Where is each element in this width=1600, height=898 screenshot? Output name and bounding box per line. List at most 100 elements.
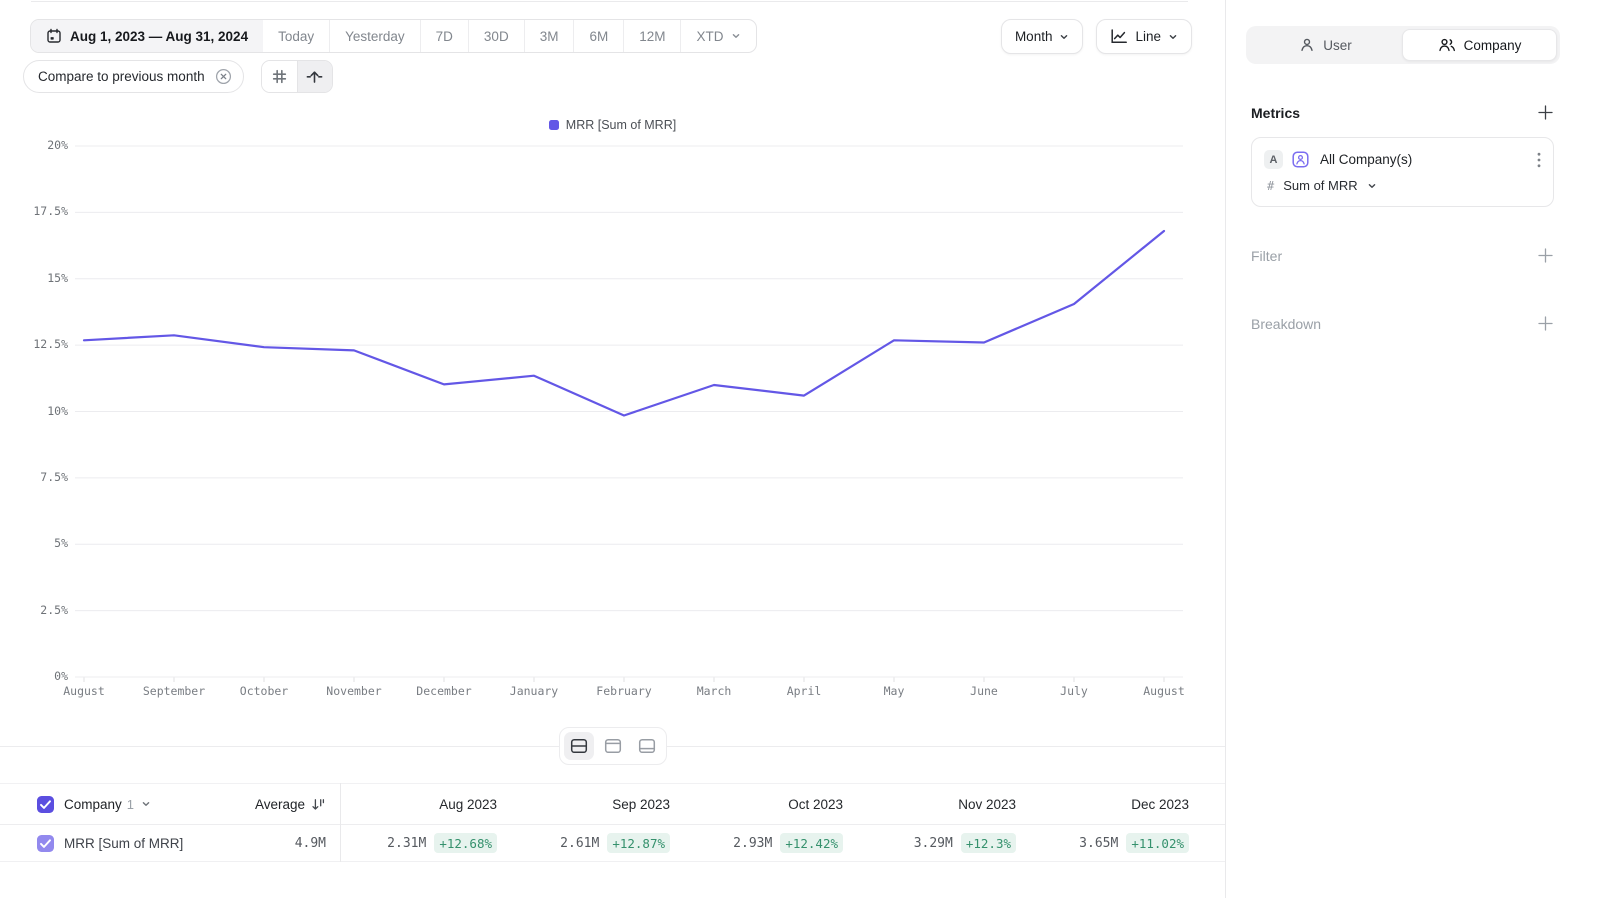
row-checkbox[interactable]: [37, 835, 54, 852]
tab-company[interactable]: Company: [1402, 29, 1557, 61]
calendar-icon: [46, 28, 62, 44]
metric-menu-icon[interactable]: [1537, 152, 1541, 168]
x-axis-tick: January: [487, 684, 581, 698]
preset-3m[interactable]: 3M: [524, 20, 574, 52]
aggregation-label: Sum of MRR: [1283, 178, 1357, 193]
x-axis-tick: December: [397, 684, 491, 698]
preset-7d[interactable]: 7D: [420, 20, 468, 52]
cell-value: 2.61M: [560, 836, 599, 851]
growth-toggle-button[interactable]: [297, 61, 332, 92]
table-row: MRR [Sum of MRR] 4.9M 2.31M+12.68%2.61M+…: [0, 825, 1225, 862]
delta-badge: +12.42%: [780, 833, 843, 853]
x-axis-tick: October: [217, 684, 311, 698]
user-icon: [1299, 37, 1315, 53]
company-avatar-icon: [1291, 150, 1310, 169]
delta-badge: +12.3%: [961, 833, 1016, 853]
number-type-icon: #: [1267, 179, 1274, 193]
cell-value: 3.29M: [914, 836, 953, 851]
granularity-label: Month: [1015, 29, 1053, 44]
chart-canvas: [0, 140, 1225, 730]
add-metric-icon[interactable]: [1537, 104, 1554, 121]
average-column-header[interactable]: Average: [255, 797, 326, 812]
metric-card[interactable]: A All Company(s) # Sum of MRR: [1251, 137, 1554, 207]
table-only-button[interactable]: [632, 732, 662, 760]
date-range-label: Aug 1, 2023 — Aug 31, 2024: [70, 29, 248, 44]
remove-compare-icon[interactable]: [215, 68, 232, 85]
preset-xtd[interactable]: XTD: [680, 20, 756, 52]
chart-type-dropdown[interactable]: Line: [1096, 19, 1192, 54]
average-value: 4.9M: [295, 836, 326, 851]
tab-user[interactable]: User: [1249, 29, 1402, 61]
month-column-header[interactable]: Oct 2023: [686, 797, 859, 812]
preset-30d[interactable]: 30D: [468, 20, 524, 52]
split-view-button[interactable]: [564, 732, 594, 760]
grid-icon: [271, 68, 288, 85]
y-axis-tick: 20%: [0, 138, 68, 152]
y-axis-tick: 10%: [0, 404, 68, 418]
preset-6m[interactable]: 6M: [573, 20, 623, 52]
preset-xtd-label: XTD: [696, 29, 723, 44]
delta-badge: +12.68%: [434, 833, 497, 853]
grid-toggle-button[interactable]: [262, 61, 297, 92]
x-axis-tick: July: [1027, 684, 1121, 698]
legend-swatch: [549, 120, 559, 130]
metric-aggregation-row[interactable]: # Sum of MRR: [1264, 178, 1541, 193]
add-breakdown-icon[interactable]: [1537, 315, 1554, 332]
group-by-label[interactable]: Company: [64, 797, 122, 812]
metric-index-badge: A: [1264, 150, 1283, 169]
add-filter-icon[interactable]: [1537, 247, 1554, 264]
breakdown-section-header: Breakdown: [1251, 315, 1554, 332]
delta-badge: +11.02%: [1126, 833, 1189, 853]
preset-buttons: TodayYesterday7D30D3M6M12M: [263, 20, 680, 52]
group-count: 1: [127, 797, 134, 812]
month-column-header[interactable]: Sep 2023: [513, 797, 686, 812]
line-chart-icon: [1110, 29, 1128, 44]
x-axis-tick: February: [577, 684, 671, 698]
legend-label: MRR [Sum of MRR]: [566, 118, 676, 132]
preset-yesterday[interactable]: Yesterday: [329, 20, 420, 52]
chevron-down-icon[interactable]: [141, 799, 151, 809]
x-axis-tick: May: [847, 684, 941, 698]
y-axis-tick: 15%: [0, 271, 68, 285]
company-users-icon: [1438, 37, 1456, 53]
y-axis-tick: 7.5%: [0, 470, 68, 484]
month-column-header[interactable]: Dec 2023: [1032, 797, 1205, 812]
tab-company-label: Company: [1464, 38, 1522, 53]
chart-legend[interactable]: MRR [Sum of MRR]: [0, 118, 1225, 132]
top-divider: [31, 1, 1188, 2]
tab-user-label: User: [1323, 38, 1352, 53]
month-column-header[interactable]: Aug 2023: [340, 797, 513, 812]
compare-chip[interactable]: Compare to previous month: [23, 60, 244, 93]
month-value-cell: 3.29M +12.3%: [859, 833, 1032, 853]
chart-panel: Aug 1, 2023 — Aug 31, 2024 TodayYesterda…: [0, 0, 1225, 898]
month-value-cell: 2.93M +12.42%: [686, 833, 859, 853]
chevron-down-icon: [1059, 32, 1069, 42]
month-column-headers: Aug 2023Sep 2023Oct 2023Nov 2023Dec 2023: [340, 797, 1205, 812]
granularity-dropdown[interactable]: Month: [1001, 19, 1084, 54]
panel-view-toggle: [559, 727, 667, 765]
row-label-cell: MRR [Sum of MRR] 4.9M: [0, 835, 340, 852]
date-controls: Aug 1, 2023 — Aug 31, 2024 TodayYesterda…: [30, 19, 757, 53]
toolbar-secondary: Compare to previous month: [23, 60, 333, 93]
chart-options: Month Line: [1001, 19, 1192, 54]
chart-only-button[interactable]: [598, 732, 628, 760]
preset-12m[interactable]: 12M: [623, 20, 680, 52]
preset-today[interactable]: Today: [263, 20, 329, 52]
x-axis-tick: November: [307, 684, 401, 698]
chevron-down-icon: [1367, 181, 1377, 191]
month-value-cell: 2.61M+12.87%: [513, 833, 686, 853]
sort-icon: [311, 797, 326, 812]
month-column-header[interactable]: Nov 2023: [859, 797, 1032, 812]
y-axis-tick: 0%: [0, 669, 68, 683]
breakdown-table: Company 1 Average Aug 2023Sep 2023Oct 20…: [0, 783, 1225, 862]
date-range-button[interactable]: Aug 1, 2023 — Aug 31, 2024: [31, 20, 263, 52]
column-divider: [340, 783, 341, 862]
cell-value: 2.93M: [733, 836, 772, 851]
x-axis-tick: March: [667, 684, 761, 698]
display-toggle-group: [261, 60, 333, 93]
x-axis-tick: June: [937, 684, 1031, 698]
top-view-icon: [604, 738, 622, 754]
metric-card-row: A All Company(s): [1264, 150, 1541, 169]
config-sidebar: User Company Metrics A All Company(s) #: [1225, 0, 1600, 898]
select-all-checkbox[interactable]: [37, 796, 54, 813]
